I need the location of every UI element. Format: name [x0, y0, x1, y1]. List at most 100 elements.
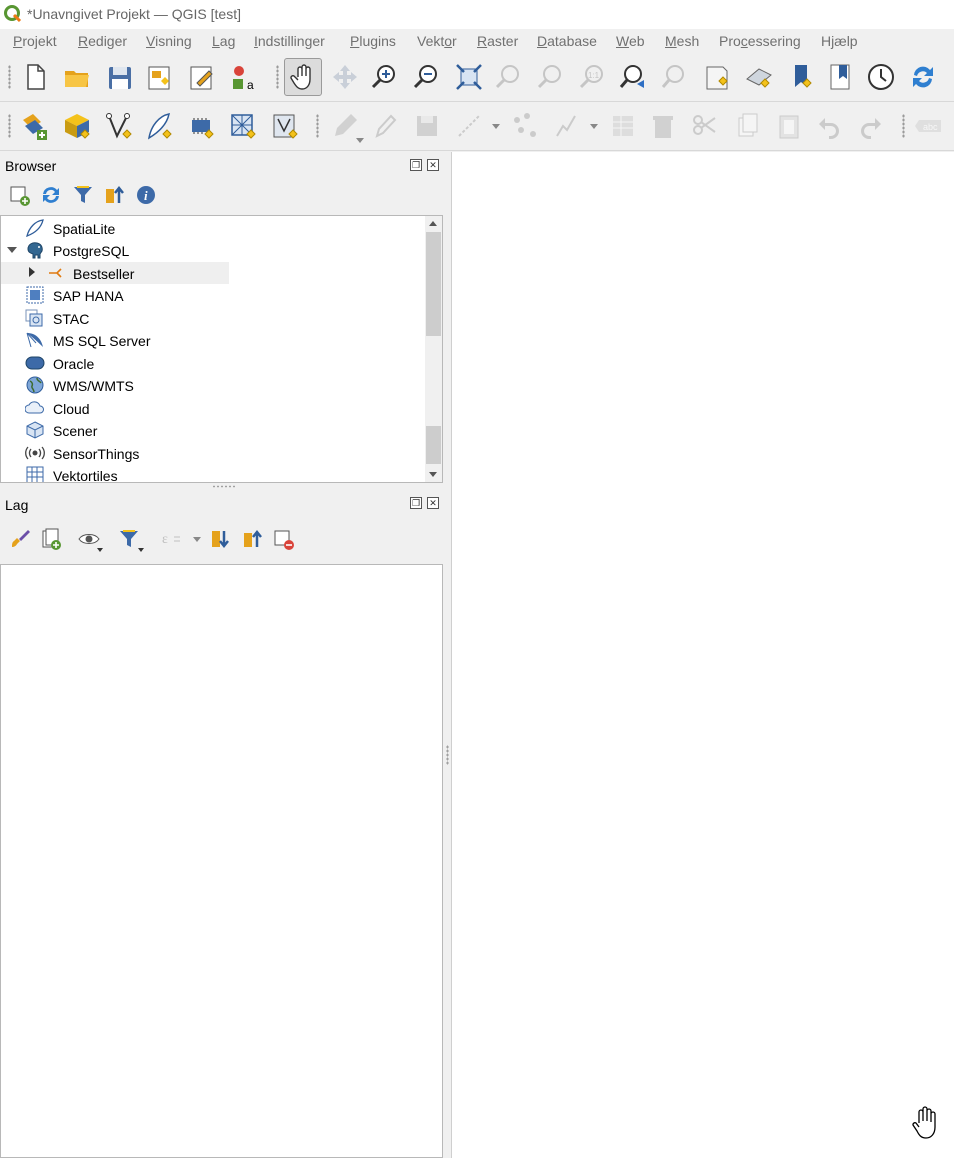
menu-visning[interactable]: Visning: [146, 33, 192, 49]
tree-item-scener[interactable]: Scener: [1, 419, 426, 441]
menu-mesh[interactable]: Mesh: [665, 33, 699, 49]
pan-to-selection-button[interactable]: [326, 58, 364, 96]
map-canvas[interactable]: [451, 152, 954, 1158]
tree-item-stac[interactable]: STAC: [1, 307, 426, 329]
new-print-layout-button[interactable]: [140, 58, 178, 96]
redo-button[interactable]: [852, 107, 890, 145]
add-feature-button[interactable]: [450, 107, 488, 145]
temporal-controller-button[interactable]: [862, 58, 900, 96]
tree-item-cloud[interactable]: Cloud: [1, 397, 426, 419]
browser-tree[interactable]: SpatiaLite PostgreSQL Bestseller SAP HAN…: [0, 215, 443, 483]
save-project-button[interactable]: [100, 58, 138, 96]
data-source-manager-button[interactable]: [16, 107, 54, 145]
menu-web[interactable]: Web: [616, 33, 645, 49]
add-selected-layers-button[interactable]: [8, 183, 32, 207]
copy-features-button[interactable]: [728, 107, 766, 145]
expand-all-button[interactable]: [209, 527, 233, 551]
zoom-next-button[interactable]: [656, 58, 694, 96]
collapse-all-button[interactable]: [103, 183, 127, 207]
show-bookmarks-button[interactable]: [822, 58, 860, 96]
collapsed-arrow-icon[interactable]: [29, 267, 35, 277]
refresh-browser-button[interactable]: [39, 183, 63, 207]
label-tool-button[interactable]: abc: [910, 107, 948, 145]
tree-item-vektortiles[interactable]: Vektortiles: [1, 464, 426, 482]
filter-dropdown[interactable]: [138, 548, 144, 552]
new-geopackage-layer-button[interactable]: [58, 107, 96, 145]
close-panel-icon[interactable]: ✕: [427, 497, 439, 509]
menu-database[interactable]: Database: [537, 33, 597, 49]
tree-item-mssql[interactable]: MS SQL Server: [1, 329, 426, 351]
menu-hjaelp[interactable]: Hjælp: [821, 33, 858, 49]
new-project-button[interactable]: [16, 58, 54, 96]
paste-features-button[interactable]: [770, 107, 808, 145]
properties-info-button[interactable]: i: [134, 183, 158, 207]
dock-splitter-handle[interactable]: [446, 745, 449, 765]
toolbar-grip[interactable]: [8, 65, 11, 89]
menu-indstillinger[interactable]: Indstillinger: [254, 33, 325, 49]
layers-tree[interactable]: [0, 564, 443, 1158]
zoom-out-button[interactable]: [408, 58, 446, 96]
add-feature-dropdown[interactable]: [492, 124, 500, 129]
remove-layer-button[interactable]: [272, 527, 296, 551]
edit-attributes-button[interactable]: [604, 107, 642, 145]
new-map-view-button[interactable]: [698, 58, 736, 96]
scroll-up-icon[interactable]: [429, 221, 437, 226]
style-manager-button[interactable]: a: [224, 58, 262, 96]
undo-button[interactable]: [810, 107, 848, 145]
new-memory-layer-button[interactable]: [182, 107, 220, 145]
tree-item-wms-wmts[interactable]: WMS/WMTS: [1, 374, 426, 396]
modify-attributes-button[interactable]: [548, 107, 586, 145]
zoom-in-button[interactable]: [366, 58, 404, 96]
visibility-dropdown[interactable]: [97, 548, 103, 552]
new-mesh-layer-button[interactable]: [224, 107, 262, 145]
expression-dropdown[interactable]: [193, 537, 201, 542]
collapse-all-layers-button[interactable]: [241, 527, 265, 551]
current-edits-dropdown[interactable]: [356, 138, 364, 143]
layout-manager-button[interactable]: [182, 58, 220, 96]
menu-raster[interactable]: Raster: [477, 33, 518, 49]
tree-item-sap-hana[interactable]: SAP HANA: [1, 284, 426, 306]
layer-styling-button[interactable]: [8, 527, 32, 551]
menu-plugins[interactable]: Plugins: [350, 33, 396, 49]
tree-item-spatialite[interactable]: SpatiaLite: [1, 217, 426, 239]
scrollbar-thumb[interactable]: [426, 232, 441, 336]
float-panel-icon[interactable]: ❐: [410, 497, 422, 509]
pan-map-button[interactable]: [284, 58, 322, 96]
toolbar-grip[interactable]: [902, 114, 905, 138]
new-3d-map-view-button[interactable]: [740, 58, 778, 96]
tree-item-oracle[interactable]: Oracle: [1, 352, 426, 374]
new-shapefile-layer-button[interactable]: [100, 107, 138, 145]
tree-item-sensorthings[interactable]: SensorThings: [1, 442, 426, 464]
zoom-to-selection-button[interactable]: [490, 58, 528, 96]
new-gps-layer-button[interactable]: [266, 107, 304, 145]
float-panel-icon[interactable]: ❐: [410, 159, 422, 171]
menu-lag[interactable]: Lag: [212, 33, 235, 49]
menu-rediger[interactable]: Rediger: [78, 33, 127, 49]
refresh-button[interactable]: [904, 58, 942, 96]
zoom-last-button[interactable]: [614, 58, 652, 96]
modify-attributes-dropdown[interactable]: [590, 124, 598, 129]
filter-by-expression-button[interactable]: ε: [160, 527, 184, 551]
expanded-arrow-icon[interactable]: [7, 247, 17, 253]
new-bookmark-button[interactable]: [782, 58, 820, 96]
menu-vektor[interactable]: Vektor: [417, 33, 457, 49]
tree-item-postgresql[interactable]: PostgreSQL: [1, 239, 426, 261]
save-layer-edits-button[interactable]: [408, 107, 446, 145]
zoom-to-layer-button[interactable]: [532, 58, 570, 96]
open-project-button[interactable]: [58, 58, 96, 96]
toggle-editing-button[interactable]: [366, 107, 404, 145]
zoom-actual-size-button[interactable]: 1:1: [574, 58, 612, 96]
new-spatialite-layer-button[interactable]: [140, 107, 178, 145]
browser-scrollbar[interactable]: [425, 216, 442, 482]
vertex-tool-button[interactable]: [506, 107, 544, 145]
cut-features-button[interactable]: [686, 107, 724, 145]
delete-selected-button[interactable]: [644, 107, 682, 145]
tree-item-bestseller[interactable]: Bestseller: [1, 262, 229, 284]
scroll-down-icon[interactable]: [429, 472, 437, 477]
toolbar-grip[interactable]: [8, 114, 11, 138]
close-panel-icon[interactable]: ✕: [427, 159, 439, 171]
toolbar-grip[interactable]: [316, 114, 319, 138]
add-group-button[interactable]: [39, 527, 63, 551]
menu-projekt[interactable]: Projekt: [13, 33, 57, 49]
toolbar-grip[interactable]: [276, 65, 279, 89]
